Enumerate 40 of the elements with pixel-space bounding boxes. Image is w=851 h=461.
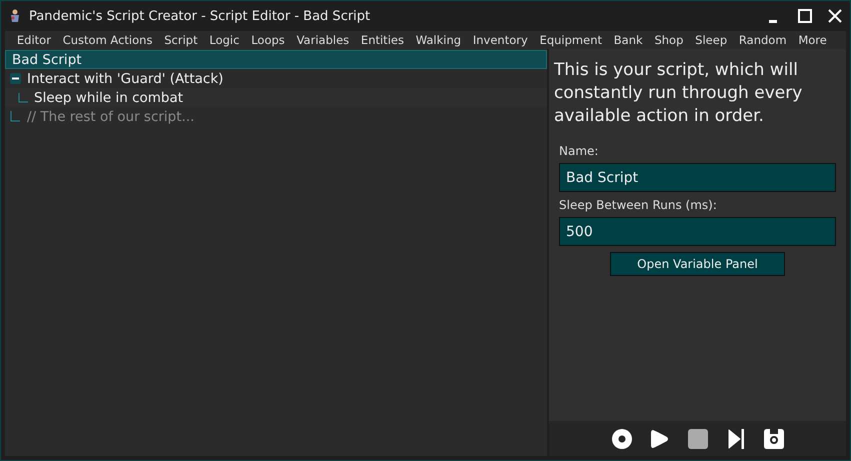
menu-item[interactable]: Logic	[203, 33, 246, 47]
tree-branch-line	[10, 111, 21, 122]
save-icon	[764, 428, 784, 448]
menu-item[interactable]: Loops	[245, 33, 291, 47]
save-button[interactable]	[762, 426, 786, 450]
tree-item-label: Bad Script	[12, 52, 82, 68]
tree-item-label: Interact with 'Guard' (Attack)	[27, 70, 224, 86]
menu-item[interactable]: Inventory	[466, 33, 534, 47]
input-field[interactable]: 500	[559, 217, 836, 246]
field-label: Name:	[559, 144, 600, 158]
record-button[interactable]	[610, 426, 634, 450]
menu-item[interactable]: Bank	[608, 33, 649, 47]
collapse-icon[interactable]	[10, 73, 21, 84]
maximize-icon[interactable]	[798, 9, 812, 23]
menu-item[interactable]: More	[792, 33, 833, 47]
open-variable-panel-button[interactable]: Open Variable Panel	[610, 252, 785, 276]
tree-row[interactable]: Bad Script	[5, 50, 547, 69]
close-icon[interactable]	[828, 9, 842, 23]
tree-branch-line	[18, 92, 28, 102]
menu-item[interactable]: Sleep	[689, 33, 734, 47]
window-title: Pandemic's Script Creator - Script Editor - Bad Script	[29, 8, 372, 24]
menu-item[interactable]: Custom Actions	[56, 33, 158, 47]
field-label: Sleep Between Runs (ms):	[559, 198, 718, 212]
menu-item[interactable]: Editor	[11, 33, 57, 47]
menu-item[interactable]: Walking	[410, 33, 467, 47]
app-icon	[9, 9, 21, 23]
menu-item[interactable]: Variables	[290, 33, 356, 47]
menu-item[interactable]: Script	[158, 33, 204, 47]
menu-item[interactable]: Shop	[648, 33, 690, 47]
description-text: This is your script, which will constantly run through every available action in order.	[554, 59, 804, 128]
input-field[interactable]: Bad Script	[559, 163, 836, 192]
play-icon	[650, 428, 668, 448]
menu-item[interactable]: Entities	[355, 33, 410, 47]
tree-item-label: // The rest of our script...	[27, 108, 194, 124]
skip-icon	[728, 428, 744, 448]
menu-item[interactable]: Random	[733, 33, 792, 47]
record-icon	[612, 428, 632, 448]
stop-icon	[688, 428, 708, 448]
menu-item[interactable]: Equipment	[534, 33, 608, 47]
tree-item-label: Sleep while in combat	[34, 90, 184, 106]
